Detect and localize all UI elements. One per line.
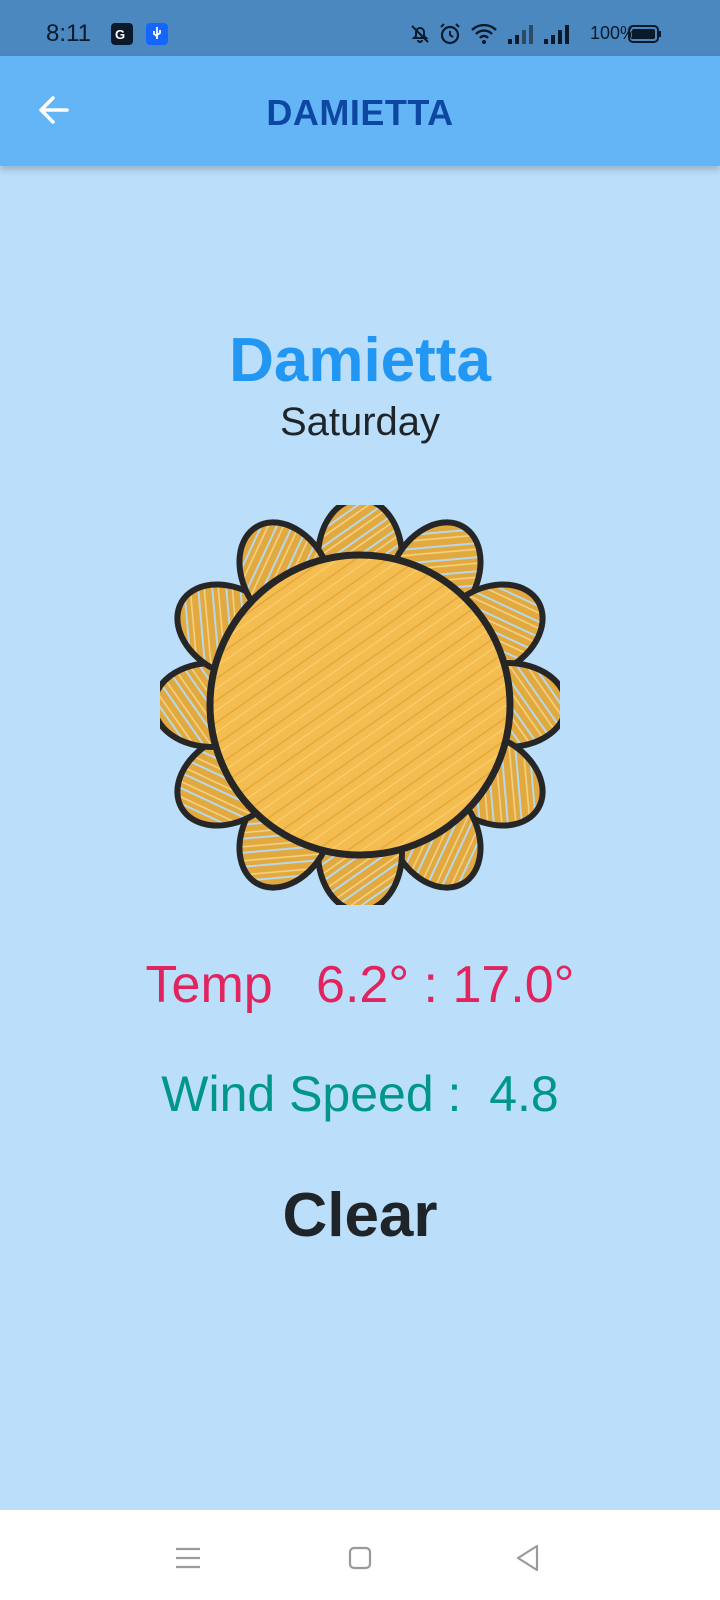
- mute-icon: [408, 22, 432, 51]
- status-bar: 8:11 G 100%: [0, 0, 720, 56]
- alarm-icon: [438, 22, 462, 51]
- sun-icon: [151, 496, 569, 914]
- temperature-range: Temp 6.2° : 17.0°: [145, 956, 575, 1014]
- day-label: Saturday: [279, 400, 441, 444]
- signal-icon: [506, 22, 534, 51]
- status-time: 8:11: [46, 20, 91, 47]
- app-bar-title: DAMIETTA: [266, 92, 454, 133]
- usb-icon: [145, 22, 169, 51]
- wifi-icon: [470, 22, 498, 51]
- menu-button[interactable]: [168, 1540, 208, 1580]
- system-nav-bar: [0, 1510, 720, 1600]
- translate-icon: G: [110, 22, 134, 51]
- menu-icon: [173, 1544, 203, 1577]
- city-name: Damietta: [229, 326, 491, 395]
- weather-condition: Clear: [282, 1181, 438, 1250]
- home-icon: [346, 1544, 374, 1577]
- app-bar: DAMIETTA: [0, 56, 720, 166]
- battery-icon: [628, 22, 662, 51]
- svg-text:G: G: [115, 27, 125, 42]
- home-button[interactable]: [340, 1540, 380, 1580]
- back-nav-button[interactable]: [508, 1540, 548, 1580]
- wind-speed: Wind Speed : 4.8: [161, 1066, 559, 1122]
- signal-icon: [542, 22, 570, 51]
- back-triangle-icon: [513, 1543, 543, 1578]
